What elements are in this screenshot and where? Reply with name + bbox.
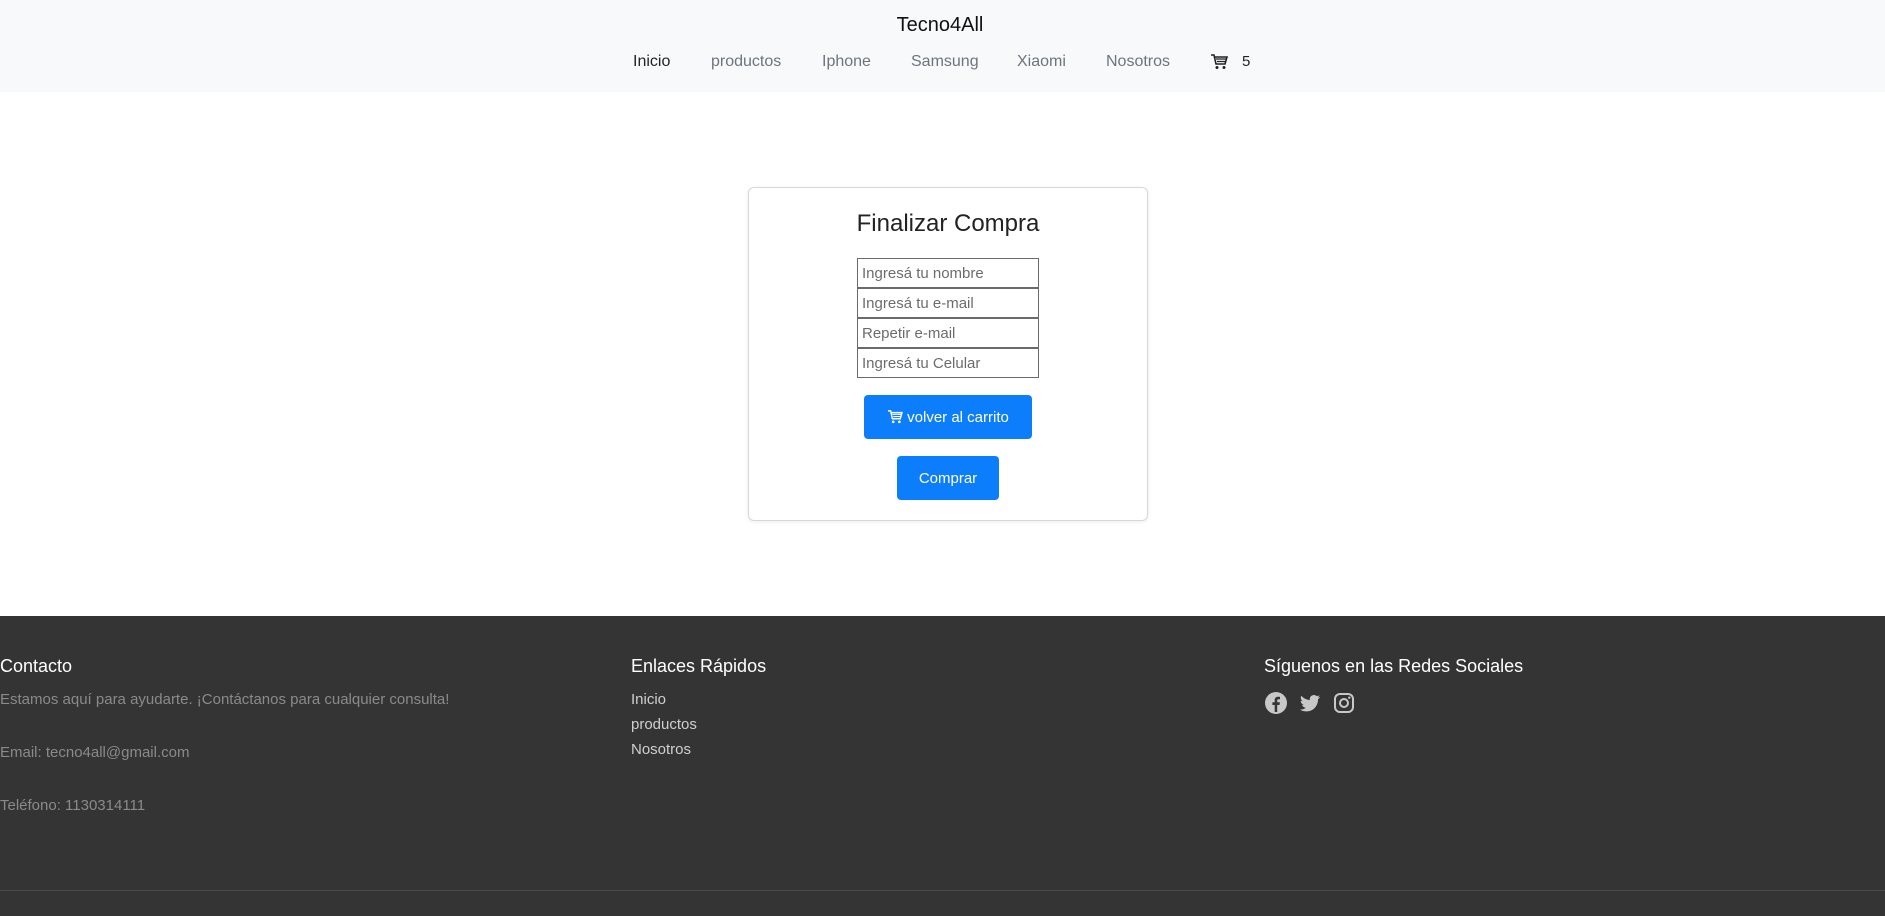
back-to-cart-label: volver al carrito bbox=[907, 408, 1009, 426]
site-header: Tecno4All Inicio productos Iphone Samsun… bbox=[0, 0, 1885, 92]
instagram-icon[interactable] bbox=[1332, 691, 1356, 715]
buy-button[interactable]: Comprar bbox=[897, 456, 999, 500]
footer-links: Enlaces Rápidos Inicio productos Nosotro… bbox=[631, 656, 766, 766]
facebook-icon[interactable] bbox=[1264, 691, 1288, 715]
nav-item-samsung[interactable]: Samsung bbox=[911, 53, 979, 71]
footer-contact-email: Email: tecno4all@gmail.com bbox=[0, 744, 190, 761]
footer-link-productos[interactable]: productos bbox=[631, 716, 766, 733]
cart-icon bbox=[888, 410, 904, 424]
brand-title[interactable]: Tecno4All bbox=[0, 14, 1880, 37]
twitter-icon[interactable] bbox=[1298, 691, 1322, 715]
social-icons bbox=[1264, 691, 1523, 715]
footer-social-title: Síguenos en las Redes Sociales bbox=[1264, 656, 1524, 676]
email-input[interactable] bbox=[857, 288, 1039, 318]
footer-contact: Contacto Estamos aquí para ayudarte. ¡Co… bbox=[0, 656, 449, 814]
footer-contact-title: Contacto bbox=[0, 656, 73, 676]
footer-social: Síguenos en las Redes Sociales bbox=[1264, 656, 1523, 715]
cart-icon bbox=[1211, 53, 1228, 69]
name-input[interactable] bbox=[857, 258, 1039, 288]
main-nav: Inicio productos Iphone Samsung Xiaomi N… bbox=[0, 53, 1885, 77]
site-footer: Contacto Estamos aquí para ayudarte. ¡Co… bbox=[0, 616, 1885, 916]
checkout-title: Finalizar Compra bbox=[856, 210, 1040, 237]
back-to-cart-button[interactable]: volver al carrito bbox=[864, 395, 1032, 439]
nav-item-productos[interactable]: productos bbox=[711, 53, 781, 71]
nav-item-nosotros[interactable]: Nosotros bbox=[1106, 53, 1170, 71]
nav-item-inicio[interactable]: Inicio bbox=[633, 53, 670, 71]
nav-item-xiaomi[interactable]: Xiaomi bbox=[1017, 53, 1066, 71]
footer-contact-phone: Teléfono: 1130314111 bbox=[0, 797, 146, 814]
footer-divider bbox=[0, 890, 1885, 891]
cart-link[interactable]: 5 bbox=[1210, 53, 1250, 70]
footer-links-title: Enlaces Rápidos bbox=[631, 656, 767, 676]
email-repeat-input[interactable] bbox=[857, 318, 1039, 348]
nav-item-iphone[interactable]: Iphone bbox=[822, 53, 871, 71]
footer-contact-message: Estamos aquí para ayudarte. ¡Contáctanos… bbox=[0, 691, 450, 708]
footer-link-inicio[interactable]: Inicio bbox=[631, 691, 766, 708]
cart-count-badge: 5 bbox=[1242, 53, 1251, 70]
footer-link-nosotros[interactable]: Nosotros bbox=[631, 741, 766, 758]
phone-input[interactable] bbox=[857, 348, 1039, 378]
checkout-card: Finalizar Compra volver al carrito Compr… bbox=[748, 187, 1148, 521]
